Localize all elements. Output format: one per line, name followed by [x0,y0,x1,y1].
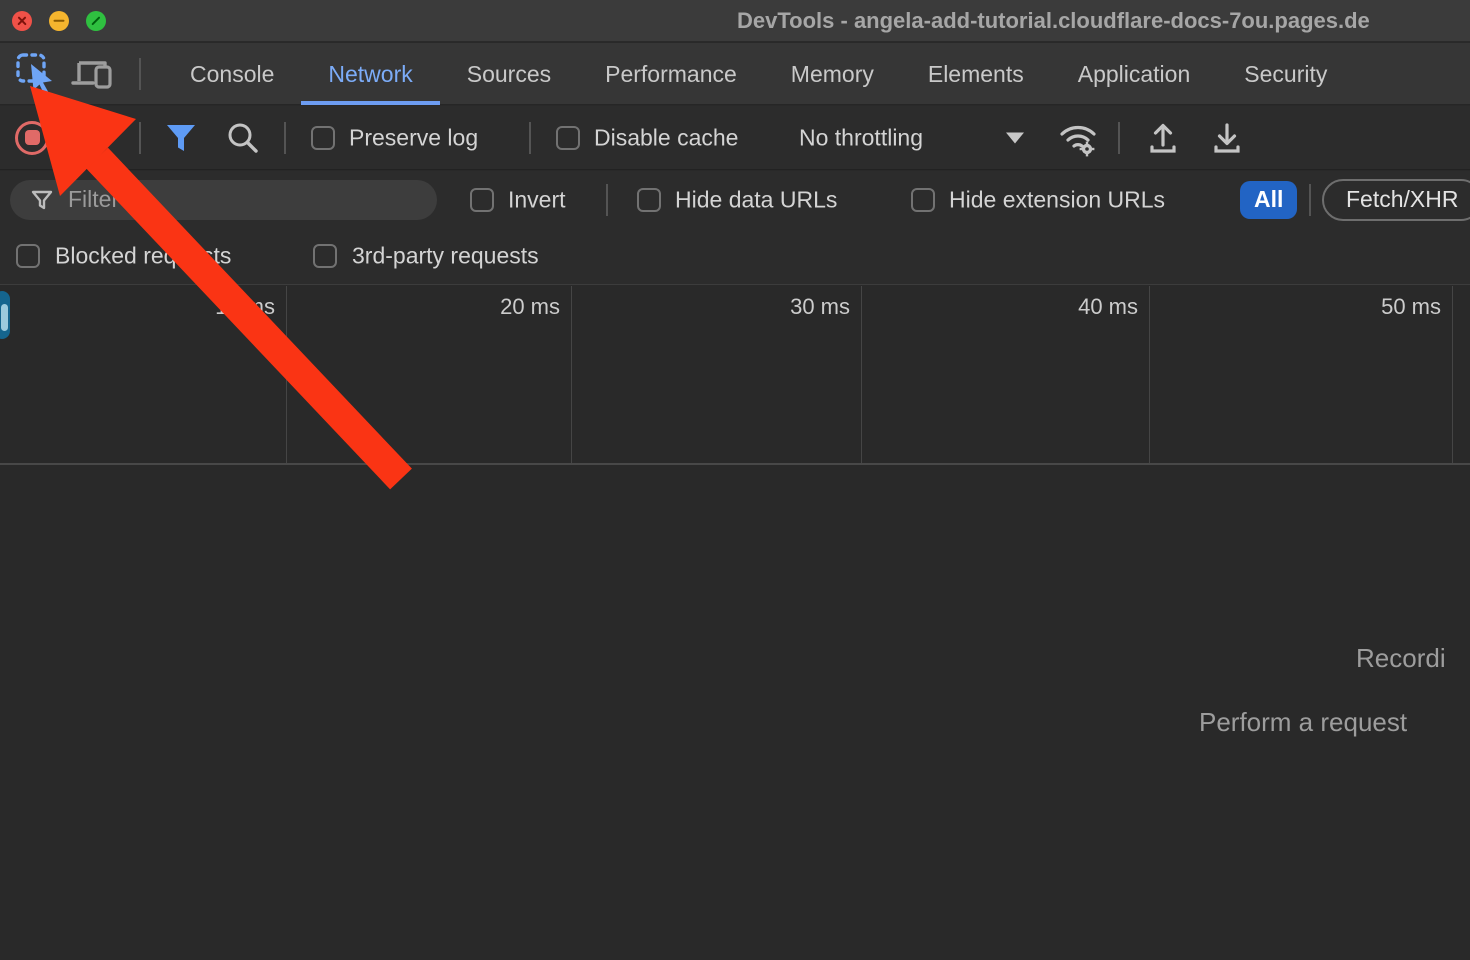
network-overview-timeline[interactable]: 10 ms 20 ms 30 ms 40 ms 50 ms [0,286,1470,465]
chevron-down-icon[interactable] [1006,132,1024,143]
tab-security[interactable]: Security [1217,43,1354,105]
filter-type-fetch-xhr-button[interactable]: Fetch/XHR [1322,179,1470,221]
search-icon [226,121,260,155]
toolbar-divider [1309,184,1311,216]
timeline-column: 30 ms [572,286,862,463]
timeline-column: 50 ms [1150,286,1453,463]
clear-slash-icon [81,129,99,147]
timeline-tick-label: 20 ms [500,294,560,320]
clear-log-button[interactable] [75,123,105,153]
traffic-lights [12,11,106,31]
window-title: DevTools - angela-add-tutorial.cloudflar… [737,0,1370,42]
funnel-outline-icon [30,188,54,212]
timeline-tick-label: 50 ms [1381,294,1441,320]
zoom-button[interactable] [86,11,106,31]
requests-table-empty-area: Recordi Perform a request [0,467,1470,960]
disable-cache-checkbox[interactable] [556,126,580,150]
toolbar-divider [284,122,286,154]
import-har-button[interactable] [1146,120,1180,156]
empty-state-perform-request-text: Perform a request [1199,707,1407,738]
stop-square-icon [25,130,40,145]
toolbar-divider [139,58,141,90]
timeline-column: 20 ms [287,286,572,463]
export-har-button[interactable] [1210,120,1244,156]
hide-extension-urls-label: Hide extension URLs [949,186,1165,213]
throttling-select[interactable]: No throttling [799,124,923,151]
overview-window-left-handle[interactable] [0,291,10,339]
filter-input[interactable]: Filter [10,180,437,220]
filter-funnel-icon [164,122,198,154]
record-stop-button[interactable] [15,121,49,155]
network-filter-row: Filter Invert Hide data URLs Hide extens… [0,171,1470,228]
devtools-tab-bar: Console Network Sources Performance Memo… [0,43,1470,105]
empty-state-recording-text: Recordi [1356,643,1446,674]
hide-data-urls-checkbox[interactable] [637,188,661,212]
invert-checkbox[interactable] [470,188,494,212]
third-party-requests-checkbox[interactable] [313,244,337,268]
handle-grip [1,304,8,331]
minimize-button[interactable] [49,11,69,31]
disable-cache-label: Disable cache [594,124,738,151]
timeline-tick-label: 30 ms [790,294,850,320]
network-options-row: Blocked requests 3rd-party requests [0,228,1470,285]
tab-elements[interactable]: Elements [901,43,1051,105]
tab-console[interactable]: Console [163,43,301,105]
filter-placeholder: Filter [68,186,119,213]
wifi-gear-icon [1056,119,1100,157]
timeline-tick-label: 40 ms [1078,294,1138,320]
download-icon [1210,120,1244,156]
toolbar-divider [529,122,531,154]
device-toolbar-icon [70,51,116,98]
close-button[interactable] [12,11,32,31]
filter-type-all-button[interactable]: All [1240,181,1297,219]
toolbar-divider [1118,122,1120,154]
third-party-requests-label: 3rd-party requests [352,243,539,270]
inspect-cursor-icon [14,51,56,98]
tab-network[interactable]: Network [301,43,439,105]
gear-glyph [1080,141,1095,156]
search-button[interactable] [226,121,260,155]
tab-application[interactable]: Application [1051,43,1218,105]
preserve-log-checkbox[interactable] [311,126,335,150]
tab-performance[interactable]: Performance [578,43,764,105]
toolbar-divider [139,122,141,154]
invert-label: Invert [508,186,566,213]
toolbar-divider [606,184,608,216]
hide-extension-urls-checkbox[interactable] [911,188,935,212]
upload-icon [1146,120,1180,156]
preserve-log-label: Preserve log [349,124,478,151]
tab-sources[interactable]: Sources [440,43,578,105]
blocked-requests-label: Blocked requests [55,243,231,270]
toggle-device-toolbar-button[interactable] [70,52,116,96]
blocked-requests-checkbox[interactable] [16,244,40,268]
title-bar: DevTools - angela-add-tutorial.cloudflar… [0,0,1470,42]
devtools-window: DevTools - angela-add-tutorial.cloudflar… [0,0,1470,960]
inspect-element-button[interactable] [12,52,58,96]
timeline-tick-label: 10 ms [215,294,275,320]
network-toolbar: Preserve log Disable cache No throttling [0,106,1470,170]
network-conditions-button[interactable] [1056,119,1100,157]
hide-data-urls-label: Hide data URLs [675,186,837,213]
tab-memory[interactable]: Memory [764,43,901,105]
timeline-column: 10 ms [0,286,287,463]
filter-toggle-button[interactable] [164,122,198,154]
timeline-column: 40 ms [862,286,1150,463]
panel-tabs: Console Network Sources Performance Memo… [163,43,1354,105]
